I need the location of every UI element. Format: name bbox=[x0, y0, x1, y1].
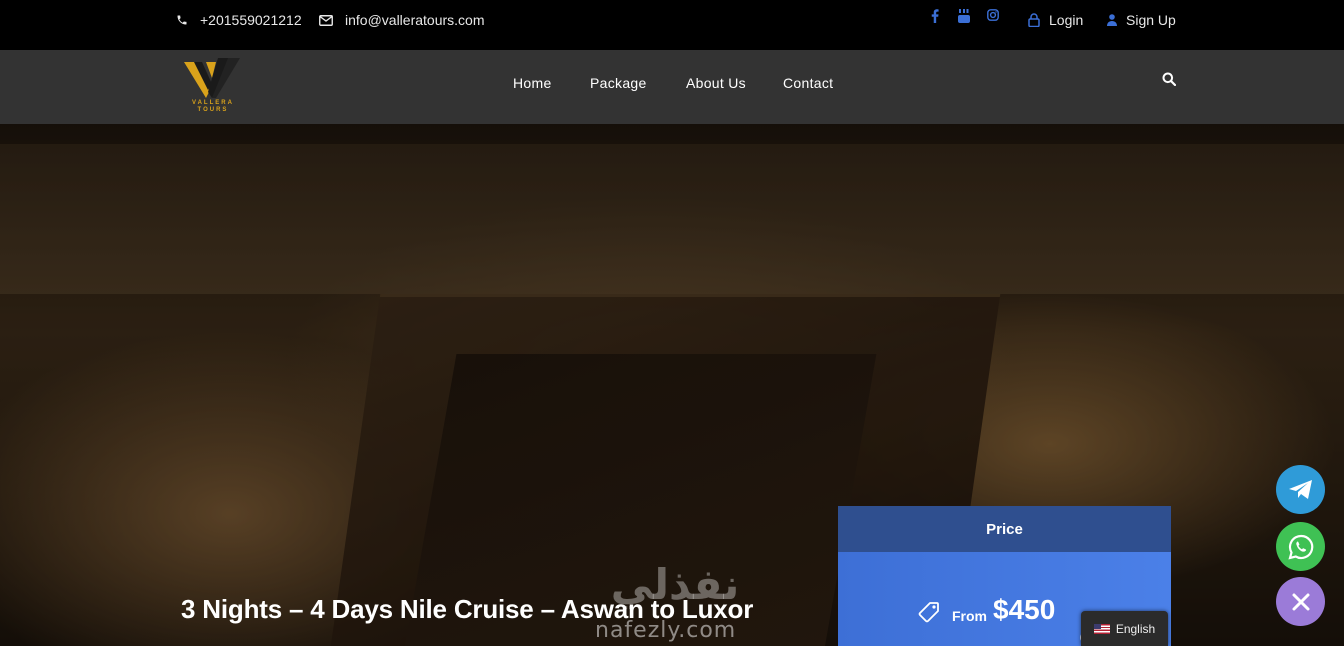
envelope-icon bbox=[319, 14, 333, 26]
login-link[interactable]: Login bbox=[1028, 12, 1083, 28]
whatsapp-button[interactable] bbox=[1276, 522, 1325, 571]
phone-icon bbox=[177, 15, 187, 25]
lock-icon bbox=[1028, 13, 1040, 27]
price-tag-icon bbox=[918, 602, 939, 623]
watermark-arabic: نفذلي bbox=[610, 561, 740, 608]
close-icon bbox=[1292, 593, 1309, 610]
watermark: نفذلي nafezly.com bbox=[590, 560, 760, 646]
nav-about-us[interactable]: About Us bbox=[686, 75, 746, 91]
signup-label: Sign Up bbox=[1126, 12, 1176, 28]
nav-package[interactable]: Package bbox=[590, 75, 647, 91]
close-floating-button[interactable] bbox=[1276, 577, 1325, 626]
email-address: info@valleratours.com bbox=[345, 12, 485, 28]
brand-logo[interactable]: VALLERA TOURS bbox=[182, 56, 244, 118]
nav-contact[interactable]: Contact bbox=[783, 75, 833, 91]
vallera-logo-icon bbox=[184, 58, 240, 98]
watermark-latin: nafezly.com bbox=[595, 618, 737, 643]
top-bar: +201559021212 info@valleratours.com Logi… bbox=[0, 0, 1344, 50]
language-label: English bbox=[1115, 621, 1156, 636]
whatsapp-icon bbox=[1287, 534, 1313, 560]
price-from-label: From bbox=[952, 608, 987, 624]
nav-home[interactable]: Home bbox=[513, 75, 552, 91]
user-icon bbox=[1107, 14, 1117, 26]
youtube-icon[interactable] bbox=[958, 9, 970, 23]
price-value: $450 bbox=[993, 594, 1056, 625]
instagram-icon[interactable] bbox=[987, 9, 999, 21]
telegram-button[interactable] bbox=[1276, 465, 1325, 514]
login-label: Login bbox=[1049, 12, 1084, 28]
telegram-icon bbox=[1288, 479, 1312, 499]
signup-link[interactable]: Sign Up bbox=[1107, 12, 1176, 28]
language-selector[interactable]: English bbox=[1081, 611, 1168, 646]
facebook-icon[interactable] bbox=[930, 9, 940, 23]
phone-contact[interactable]: +201559021212 bbox=[176, 12, 302, 28]
email-contact[interactable]: info@valleratours.com bbox=[319, 12, 485, 28]
search-icon[interactable] bbox=[1162, 72, 1176, 86]
us-flag-icon bbox=[1093, 623, 1110, 634]
main-navbar: VALLERA TOURS Home Package About Us Cont… bbox=[0, 50, 1344, 124]
phone-number: +201559021212 bbox=[200, 12, 302, 28]
brand-wordmark: VALLERA TOURS bbox=[192, 100, 234, 113]
price-heading: Price bbox=[838, 506, 1171, 552]
